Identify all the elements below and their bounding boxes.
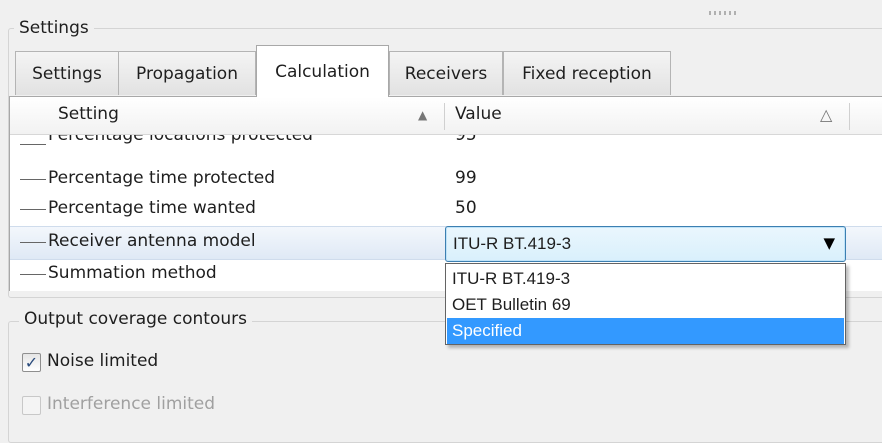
tree-branch-line (20, 144, 46, 145)
setting-name: Percentage time protected (48, 168, 276, 188)
tab-label: Receivers (404, 63, 488, 84)
column-header-value[interactable]: Value △ (445, 97, 849, 134)
tab-label: Settings (32, 63, 102, 84)
setting-name: Summation method (48, 263, 217, 283)
column-header-label: Value (455, 104, 502, 124)
table-header: Setting ▲ Value △ (10, 97, 882, 135)
antenna-model-dropdown-list: ITU-R BT.419-3 OET Bulletin 69 Specified (445, 263, 846, 345)
panel-resize-grip[interactable] (709, 11, 739, 15)
sort-ascending-outline-icon: △ (820, 105, 833, 124)
tree-branch-line (20, 209, 46, 210)
setting-value: 99 (455, 168, 477, 188)
table-row[interactable]: Percentage time protected 99 (10, 165, 882, 195)
table-row[interactable]: Percentage time wanted 50 (10, 195, 882, 225)
dropdown-option[interactable]: ITU-R BT.419-3 (447, 266, 844, 292)
interference-limited-checkbox[interactable] (22, 396, 41, 415)
tab-calculation[interactable]: Calculation (256, 45, 389, 97)
tree-branch-line (20, 242, 46, 243)
tab-propagation[interactable]: Propagation (118, 51, 256, 95)
chevron-down-icon[interactable]: ▼ (823, 234, 835, 252)
settings-group-title: Settings (14, 18, 94, 38)
tab-label: Propagation (136, 63, 238, 84)
column-header-label: Setting (58, 104, 119, 124)
tab-settings[interactable]: Settings (15, 51, 119, 95)
noise-limited-checkbox[interactable]: ✓ (22, 353, 41, 372)
column-separator[interactable] (849, 103, 850, 130)
tab-label: Fixed reception (522, 63, 652, 84)
noise-limited-label[interactable]: Noise limited (47, 351, 158, 371)
tab-receivers[interactable]: Receivers (389, 51, 503, 95)
sort-ascending-filled-icon: ▲ (418, 108, 428, 122)
setting-name: Receiver antenna model (48, 231, 256, 251)
output-coverage-group-title: Output coverage contours (19, 309, 252, 329)
table-row[interactable]: Percentage locations protected 95 (10, 132, 882, 156)
checkmark-icon: ✓ (24, 352, 39, 372)
tree-branch-line (20, 274, 46, 275)
antenna-model-select[interactable]: ITU-R BT.419-3 ▼ (445, 226, 846, 262)
setting-name: Percentage time wanted (48, 198, 256, 218)
dropdown-option-highlighted[interactable]: Specified (447, 318, 844, 344)
interference-limited-label: Interference limited (47, 394, 216, 414)
tree-branch-line (20, 179, 46, 180)
dropdown-option[interactable]: OET Bulletin 69 (447, 292, 844, 318)
tab-fixed-reception[interactable]: Fixed reception (503, 51, 671, 95)
column-header-setting[interactable]: Setting ▲ (10, 97, 444, 134)
tab-label: Calculation (275, 61, 370, 82)
setting-value: 50 (455, 198, 477, 218)
select-value: ITU-R BT.419-3 (453, 234, 572, 253)
